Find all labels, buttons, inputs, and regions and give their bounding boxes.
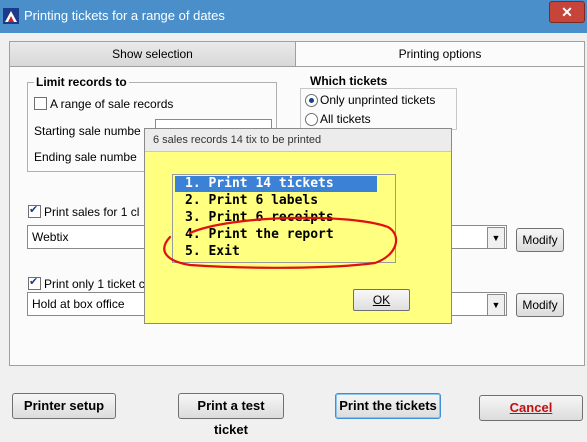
print-sales-label: Print sales for 1 cl (44, 205, 140, 219)
red-annotation-ellipse (163, 216, 398, 269)
radio-all[interactable] (305, 113, 318, 126)
tab-show-selection[interactable]: Show selection (9, 41, 296, 67)
ok-button[interactable]: OK (353, 289, 410, 311)
dialog-header: 6 sales records 14 tix to be printed (145, 129, 451, 152)
print-sales-checkbox[interactable] (28, 203, 41, 218)
window-title: Printing tickets for a range of dates (24, 8, 225, 23)
app-icon (3, 8, 19, 24)
range-checkbox-label: A range of sale records (50, 97, 174, 111)
print-test-ticket-button[interactable]: Print a test ticket (178, 393, 284, 437)
radio-unprinted-label: Only unprinted tickets (320, 93, 436, 107)
radio-unprinted[interactable] (305, 94, 318, 107)
print-only-dropdown-arrow[interactable]: ▼ (487, 294, 505, 316)
print-sales-combo-value: Webtix (32, 230, 69, 244)
print-sales-dropdown-arrow[interactable]: ▼ (487, 227, 505, 249)
ending-sale-label: Ending sale numbe (34, 150, 137, 164)
radio-all-label: All tickets (320, 112, 371, 126)
range-checkbox[interactable] (34, 97, 47, 110)
modify-button-2[interactable]: Modify (516, 293, 564, 317)
modify-button-1[interactable]: Modify (516, 228, 564, 252)
which-tickets-heading: Which tickets (310, 74, 388, 88)
cancel-button[interactable]: Cancel (479, 395, 583, 421)
starting-sale-label: Starting sale numbe (34, 124, 141, 138)
printer-setup-button[interactable]: Printer setup (12, 393, 116, 419)
title-bar: Printing tickets for a range of dates ✕ (0, 0, 587, 33)
close-button[interactable]: ✕ (549, 1, 585, 23)
print-only-checkbox[interactable] (28, 275, 41, 290)
limit-records-heading: Limit records to (34, 75, 129, 89)
menu-item-print-tickets[interactable]: 1. Print 14 tickets (175, 176, 377, 192)
tab-printing-options[interactable]: Printing options (295, 41, 585, 66)
print-only-label: Print only 1 ticket c (44, 277, 145, 291)
print-the-tickets-button[interactable]: Print the tickets (335, 393, 441, 419)
print-only-combo-value: Hold at box office (32, 297, 125, 311)
